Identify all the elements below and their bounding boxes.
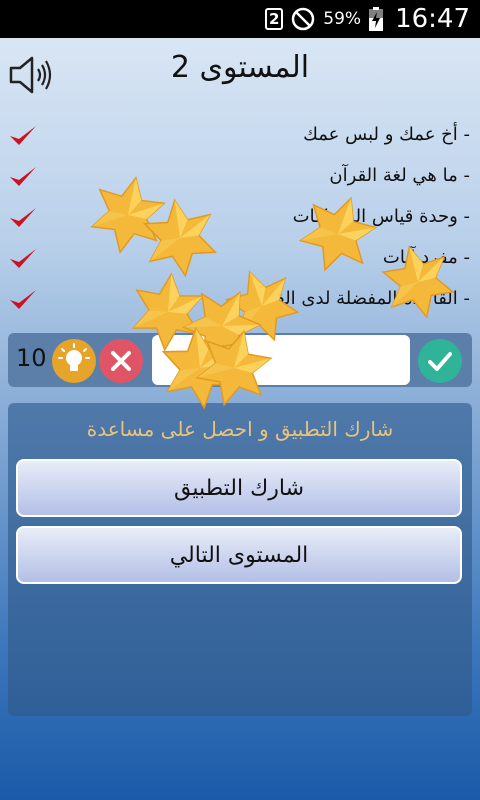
check-icon [10, 249, 36, 268]
status-bar: 2 59% 16:47 [0, 0, 480, 38]
answer-text: - وحدة قياس المسافات [292, 206, 470, 227]
clear-button[interactable] [99, 339, 143, 383]
check-icon [10, 126, 36, 145]
confirm-button[interactable] [418, 339, 462, 383]
answer-input[interactable] [152, 335, 410, 385]
lightbulb-icon [58, 343, 90, 371]
help-panel: شارك التطبيق و احصل على مساعدة شارك التط… [8, 403, 472, 716]
clock: 16:47 [395, 4, 470, 34]
answer-text: - القاعدة المفضلة لدى الفرنسي [230, 288, 470, 309]
hint-button[interactable] [52, 339, 96, 383]
list-item: - مفرد آيات [0, 241, 480, 282]
share-app-button[interactable]: شارك التطبيق [16, 459, 462, 517]
list-item: - وحدة قياس المسافات [0, 200, 480, 241]
answer-text: - مفرد آيات [382, 247, 470, 268]
check-icon [10, 208, 36, 227]
answer-text: - أخ عمك و لبس عمك [303, 124, 470, 145]
answer-bar: 10 [8, 333, 472, 387]
list-item: - القاعدة المفضلة لدى الفرنسي [0, 282, 480, 323]
do-not-disturb-icon [292, 7, 315, 31]
next-level-button[interactable]: المستوى التالي [16, 526, 462, 584]
battery-charging-icon [369, 7, 384, 31]
close-icon [111, 351, 131, 371]
hint-count: 10 [16, 344, 47, 372]
list-item: - أخ عمك و لبس عمك [0, 118, 480, 159]
list-item: - ما هي لغة القرآن [0, 159, 480, 200]
check-icon [10, 290, 36, 309]
battery-percent: 59% [323, 9, 362, 29]
panel-heading: شارك التطبيق و احصل على مساعدة [86, 417, 394, 441]
check-icon [428, 352, 452, 371]
sim-2-icon: 2 [265, 8, 284, 30]
page-title: المستوى 2 [170, 50, 310, 85]
answer-text: - ما هي لغة القرآن [329, 165, 470, 186]
answers-list: - أخ عمك و لبس عمك - ما هي لغة القرآن - … [0, 118, 480, 323]
check-icon [10, 167, 36, 186]
